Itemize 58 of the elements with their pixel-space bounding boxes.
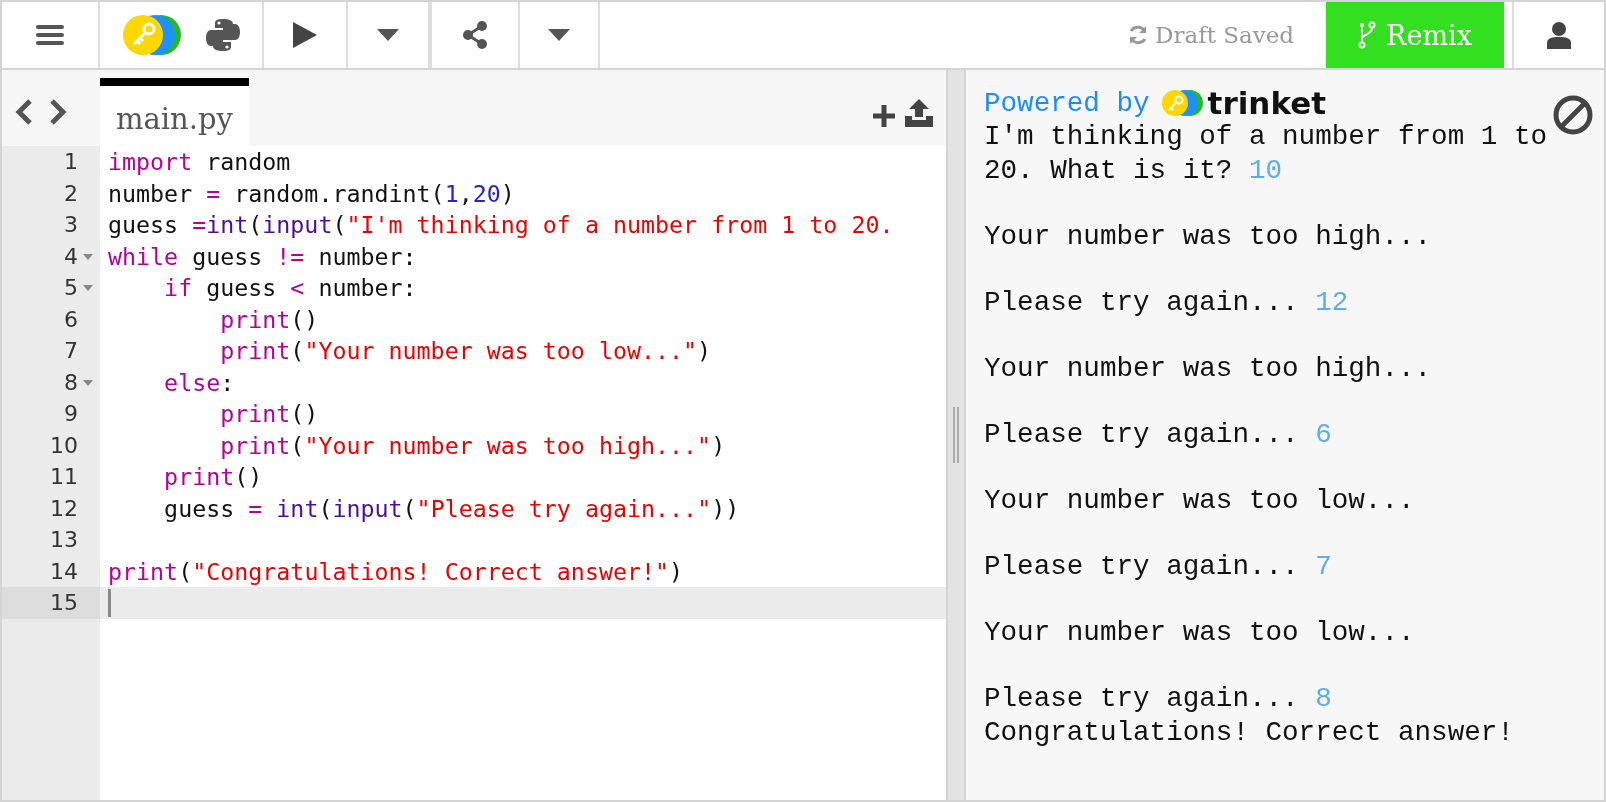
line-number: 1 <box>63 148 79 177</box>
line-number: 7 <box>63 337 79 366</box>
line-number: 8 <box>2 366 100 398</box>
line-number: 12 <box>49 494 79 523</box>
line-number: 4 <box>2 240 100 272</box>
console-output-line: I'm thinking of a number from 1 to 20. What is it? 10 <box>984 120 1548 188</box>
key-logo-icon <box>1159 89 1204 117</box>
console-output-line: Your number was too high... <box>984 220 1433 254</box>
fork-icon <box>1358 21 1377 49</box>
line-number: 6 <box>63 305 79 334</box>
powered-by-label: Powered by <box>984 87 1150 119</box>
console-output-line: Your number was too low... <box>984 616 1416 650</box>
line-number: 9 <box>63 400 79 429</box>
code-line: print() <box>219 305 319 333</box>
line-number: 11 <box>49 463 79 492</box>
code-line: if guess < number: <box>163 274 417 302</box>
stop-icon[interactable] <box>1552 94 1594 136</box>
menu-icon <box>36 23 64 47</box>
draft-status: Draft Saved <box>1155 22 1294 48</box>
console-output-line: Congratulations! Correct answer! <box>984 716 1515 750</box>
code-line: number = random.randint(1,20) <box>108 179 515 207</box>
line-number: 15 <box>2 587 100 619</box>
line-number: 13 <box>49 526 79 555</box>
code-line: import random <box>108 148 291 176</box>
line-number: 3 <box>63 211 79 240</box>
code-line: else: <box>163 368 235 396</box>
upload-icon[interactable] <box>904 98 934 128</box>
console-output-line: Please try again... 7 <box>984 550 1333 584</box>
line-number: 2 <box>63 179 79 208</box>
console-output-line: Your number was too low... <box>984 484 1416 518</box>
share-icon <box>461 21 489 49</box>
chevron-left-icon[interactable] <box>14 98 34 126</box>
code-line: print() <box>163 463 263 491</box>
brand-name: trinket <box>1207 85 1327 121</box>
line-number: 5 <box>2 272 100 304</box>
snake-logo-icon[interactable] <box>205 17 241 53</box>
play-icon <box>292 21 318 49</box>
code-line: guess = int(input("Please try again...")) <box>163 494 740 522</box>
code-line: while guess != number: <box>108 242 417 270</box>
chevron-right-icon[interactable] <box>48 98 68 126</box>
line-number: 14 <box>49 557 79 586</box>
line-number: 10 <box>49 431 79 460</box>
code-line: print("Your number was too low...") <box>219 337 712 365</box>
console-output-line: Please try again... 6 <box>984 418 1333 452</box>
caret-icon <box>377 29 399 41</box>
file-tab[interactable]: main.py <box>100 78 249 146</box>
caret-icon <box>548 29 570 41</box>
code-line: print("Congratulations! Correct answer!") <box>108 557 684 585</box>
console-output-line: Please try again... 12 <box>984 286 1350 320</box>
code-line: print() <box>219 400 319 428</box>
refresh-icon <box>1127 24 1149 46</box>
user-icon <box>1547 21 1571 49</box>
plus-icon[interactable] <box>872 104 896 128</box>
text-cursor <box>108 588 111 617</box>
console-output-line: Please try again... 8 <box>984 682 1333 716</box>
code-line: guess =int(input("I'm thinking of a number from 1 to 20. <box>108 211 894 239</box>
code-line: print("Your number was too high...") <box>219 431 726 459</box>
console-output-line: Your number was too high... <box>984 352 1433 386</box>
